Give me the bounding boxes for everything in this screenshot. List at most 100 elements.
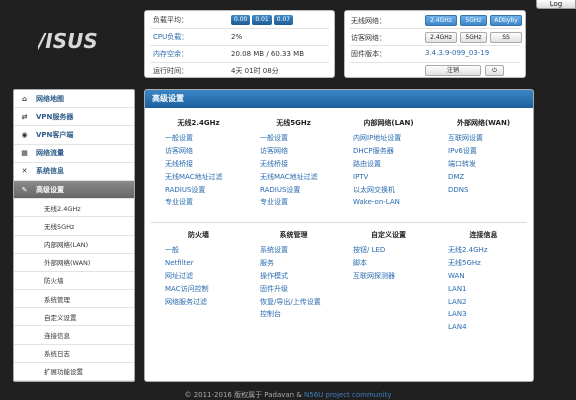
section-lan: 内部网络(LAN) 内网IP地址设置 DHCP服务器 路由设置 IPTV 以太网… [341,118,436,209]
menu-link[interactable]: Wake-on-LAN [341,196,436,209]
section-heading: 内部网络(LAN) [363,119,414,127]
sidebar-item-label: VPN客户端 [36,130,74,139]
sidebar-sub-administration[interactable]: 系统管理 [14,290,134,309]
power-icon[interactable]: ⏻ [485,65,504,76]
menu-link[interactable]: LAN1 [436,283,531,296]
menu-link[interactable]: 无线桥接 [246,158,341,171]
sidebar-item-label: 系统信息 [36,167,64,176]
menu-link[interactable]: 端口转发 [436,158,531,171]
section-heading: 无线5GHz [276,119,311,127]
sidebar-sub-system-log[interactable]: 系统日志 [14,345,134,363]
menu-link[interactable]: 网址过滤 [151,270,246,283]
memory-label[interactable]: 内存空余： [153,49,188,59]
menu-link[interactable]: RADIUS设置 [151,184,246,197]
wireless-2g-button[interactable]: 2.4GHz [425,15,457,26]
firmware-version[interactable]: 3.4.3.9-099_03-19 [425,49,489,57]
load-5min: 0.01 [252,15,272,25]
sidebar-sub-wan[interactable]: 外部网络(WAN) [14,254,134,272]
sidebar-item-label: 网络地图 [36,94,64,103]
section-administration: 系统管理 系统设置 服务 操作模式 固件升级 恢复/导出/上传设置 控制台 [246,230,341,321]
sidebar-sub-firewall[interactable]: 防火墙 [14,272,134,291]
menu-link[interactable]: 脚本 [341,257,436,270]
ss-button[interactable]: SS [490,32,522,43]
uptime-row: 运行时间： 4天 01时 08分 [145,64,334,78]
sidebar-item-system-info[interactable]: ✕ 系统信息 [14,163,134,181]
cpu-load-label[interactable]: CPU负载： [153,32,188,42]
sidebar-sub-lan[interactable]: 内部网络(LAN) [14,236,134,254]
uptime-value: 4天 01时 08分 [231,67,279,75]
guest-label: 访客网络： [351,34,386,42]
menu-link[interactable]: 恢复/导出/上传设置 [246,296,341,309]
menu-link[interactable]: 无线5GHz [436,257,531,270]
menu-link[interactable]: Netfilter [151,257,246,270]
menu-link[interactable]: 以太网交换机 [341,184,436,197]
menu-link[interactable]: 专业设置 [246,196,341,209]
menu-link[interactable]: 一般 [151,244,246,257]
load-average-label: 负载平均： [153,16,188,24]
menu-link[interactable]: 互联网设置 [436,132,531,145]
menu-link[interactable]: 无线桥接 [151,158,246,171]
sidebar-item-label: VPN服务器 [36,112,74,121]
logout-button[interactable]: 注销 [425,65,481,76]
memory-value: 20.08 MB / 60.33 MB [231,50,305,58]
home-icon: ⌂ [21,94,27,103]
guest-5g-button[interactable]: 5GHz [460,32,487,43]
menu-link[interactable]: MAC访问控制 [151,283,246,296]
menu-link[interactable]: 专业设置 [151,196,246,209]
logout-link[interactable]: Log [536,0,576,9]
system-status-panel: 负载平均： 0.00 0.01 0.07 CPU负载： 2% 内存空余： 20.… [144,10,335,78]
menu-link[interactable]: LAN2 [436,296,531,309]
sidebar-sub-wireless-5g[interactable]: 无线5GHz [14,217,134,236]
sidebar-item-vpn-server[interactable]: ⇄ VPN服务器 [14,108,134,127]
menu-link[interactable]: DDNS [436,184,531,197]
section-heading: 外部网络(WAN) [456,119,511,127]
divider [150,45,329,46]
section-heading: 连接信息 [469,231,498,239]
menu-link[interactable]: 互联网探测器 [341,270,436,283]
menu-link[interactable]: 访客网络 [246,145,341,158]
menu-link[interactable]: 系统设置 [246,244,341,257]
menu-link[interactable]: 服务 [246,257,341,270]
menu-link[interactable]: 固件升级 [246,283,341,296]
wireless-status-panel: 无线网络： 2.4GHz 5GHz ADbyby 访客网络： 2.4GHz 5G… [344,10,526,78]
sidebar-item-vpn-client[interactable]: ◉ VPN客户端 [14,126,134,145]
sidebar-sub-customization[interactable]: 自定义设置 [14,308,134,327]
menu-link[interactable]: 按钮/ LED [341,244,436,257]
sidebar-item-advanced-settings[interactable]: ✎ 高级设置 [14,180,134,200]
menu-link[interactable]: IPv6设置 [436,145,531,158]
menu-link[interactable]: LAN4 [436,321,531,334]
menu-link[interactable]: 内网IP地址设置 [341,132,436,145]
section-heading: 系统管理 [279,231,308,239]
menu-link[interactable]: 访客网络 [151,145,246,158]
wireless-5g-button[interactable]: 5GHz [460,15,487,26]
menu-link[interactable]: RADIUS设置 [246,184,341,197]
section-heading: 自定义设置 [371,231,406,239]
sidebar-item-traffic[interactable]: ▦ 网络流量 [14,145,134,163]
community-link[interactable]: N56U project community [304,391,392,399]
menu-link[interactable]: 无线MAC地址过滤 [246,171,341,184]
menu-link[interactable]: 无线MAC地址过滤 [151,171,246,184]
guest-2g-button[interactable]: 2.4GHz [425,32,457,43]
menu-link[interactable]: 一般设置 [151,132,246,145]
menu-link[interactable]: IPTV [341,171,436,184]
adbyby-button[interactable]: ADbyby [490,15,522,26]
menu-link[interactable]: 控制台 [246,308,341,321]
sidebar-sub-extensions[interactable]: 扩展功能设置 [14,363,134,381]
advanced-settings-panel: 高级设置 无线2.4GHz 一般设置 访客网络 无线桥接 无线MAC地址过滤 R… [144,89,534,382]
menu-link[interactable]: WAN [436,270,531,283]
menu-link[interactable]: LAN3 [436,308,531,321]
globe-icon: ◉ [21,130,28,139]
menu-link[interactable]: DHCP服务器 [341,145,436,158]
menu-link[interactable]: 一般设置 [246,132,341,145]
sidebar-sub-connections[interactable]: 连接信息 [14,326,134,345]
sidebar-sub-wireless-2g[interactable]: 无线2.4GHz [14,199,134,218]
menu-link[interactable]: 路由设置 [341,158,436,171]
section-heading: 无线2.4GHz [177,119,220,127]
firmware-label: 固件版本： [351,50,386,58]
menu-link[interactable]: 网络服务过滤 [151,296,246,309]
menu-link[interactable]: DMZ [436,171,531,184]
memory-row: 内存空余： 20.08 MB / 60.33 MB [145,47,334,61]
menu-link[interactable]: 操作模式 [246,270,341,283]
sidebar-item-network-map[interactable]: ⌂ 网络地图 [14,90,134,109]
menu-link[interactable]: 无线2.4GHz [436,244,531,257]
